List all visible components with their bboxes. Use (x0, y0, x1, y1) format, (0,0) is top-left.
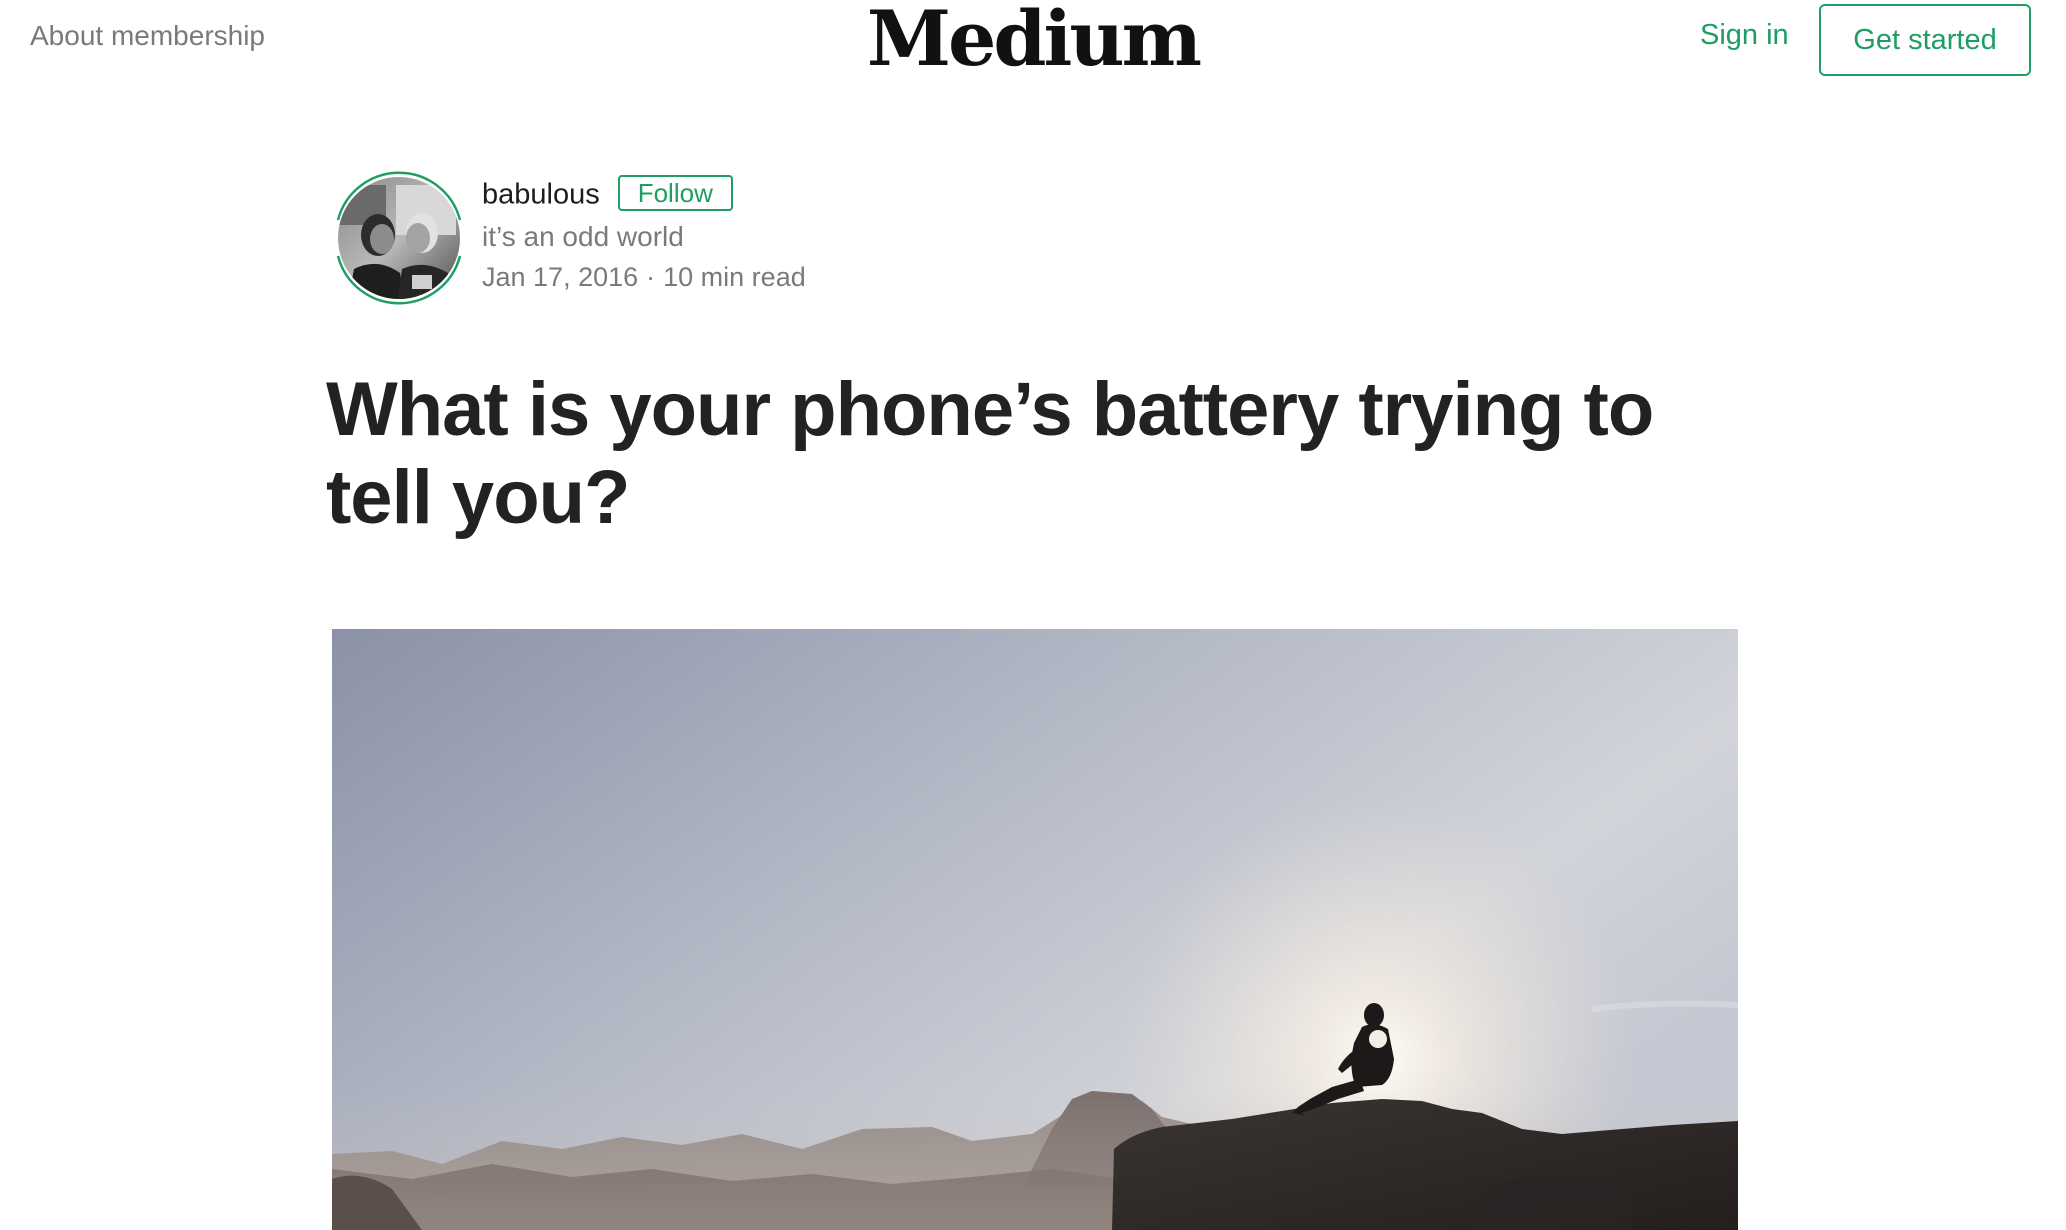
sign-in-link[interactable]: Sign in (1700, 19, 1789, 52)
hero-mountain-image-icon (332, 629, 1738, 1230)
follow-button[interactable]: Follow (617, 175, 733, 211)
top-navigation-bar: About membership Medium Sign in Get star… (0, 0, 2066, 90)
publish-date[interactable]: Jan 17, 2016 (482, 262, 638, 292)
author-avatar[interactable] (326, 165, 472, 311)
author-bio: it’s an odd world (482, 221, 684, 252)
post-meta: Jan 17, 2016 · 10 min read (482, 257, 806, 297)
article-page: About membership Medium Sign in Get star… (0, 0, 2066, 1230)
meta-separator: · (646, 262, 656, 292)
about-membership-link[interactable]: About membership (30, 20, 265, 52)
avatar-photo-icon (336, 171, 462, 305)
hero-image[interactable] (332, 629, 1738, 1230)
author-meta: babulous Follow it’s an odd world Jan 17,… (482, 175, 806, 297)
read-time: 10 min read (663, 262, 806, 292)
author-name[interactable]: babulous (482, 179, 600, 211)
author-name-row: babulous Follow (482, 175, 806, 217)
article-title: What is your phone’s battery trying to t… (326, 367, 1654, 540)
medium-logo-text[interactable]: Medium (867, 0, 1202, 83)
get-started-button[interactable]: Get started (1819, 4, 2031, 76)
